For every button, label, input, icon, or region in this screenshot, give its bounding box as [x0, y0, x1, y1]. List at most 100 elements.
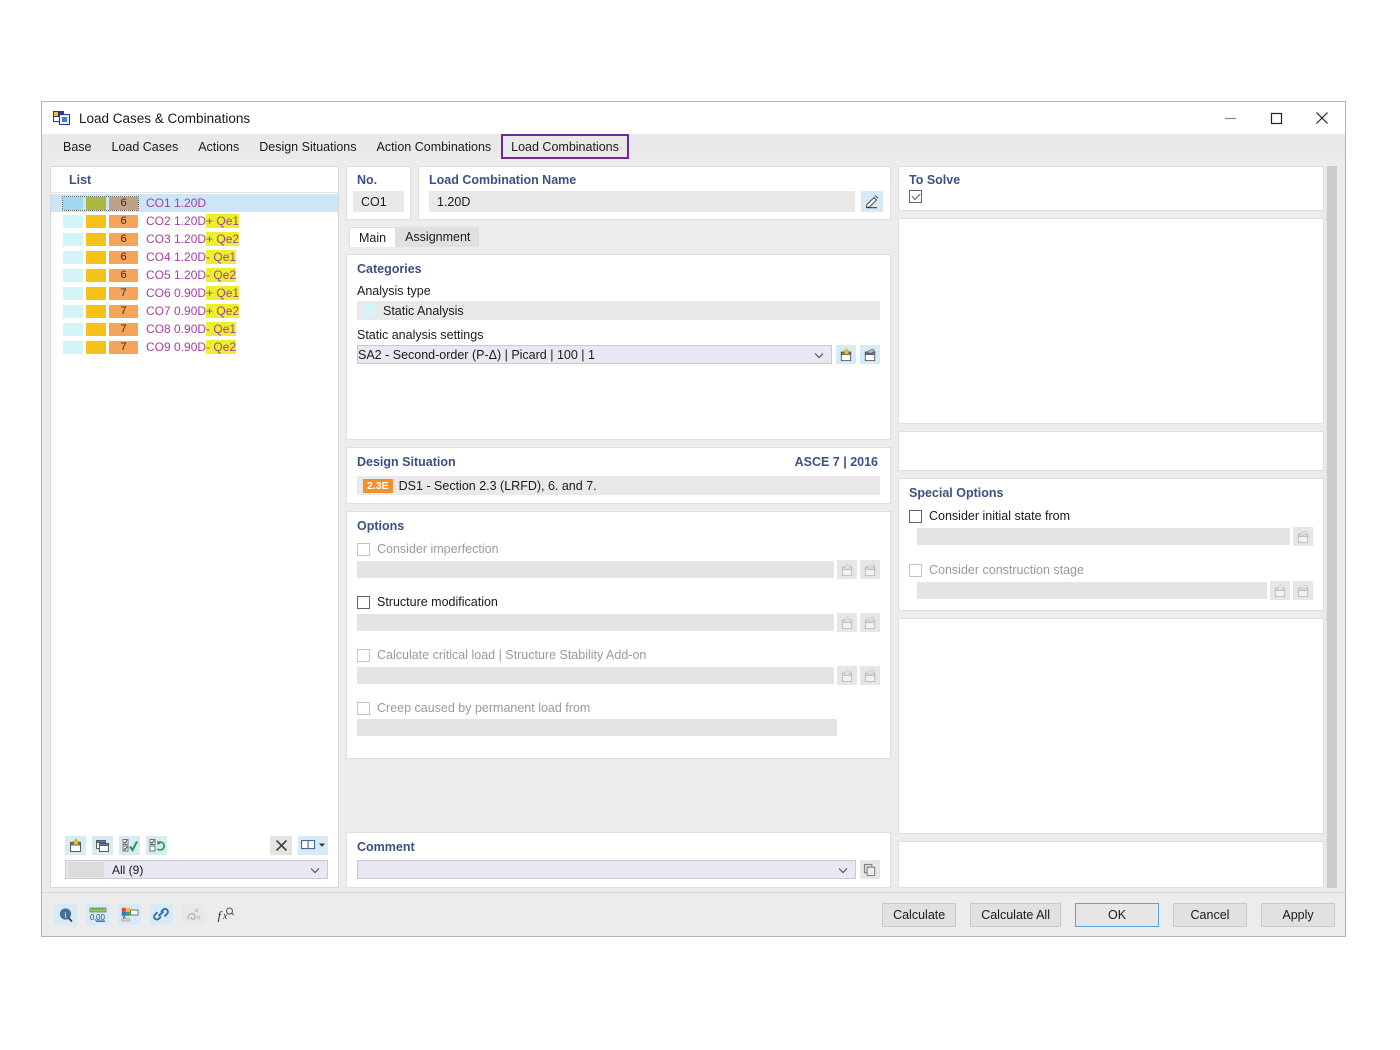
delete-icon[interactable] — [270, 835, 292, 855]
consider-imperfection-row[interactable]: Consider imperfection — [347, 533, 890, 556]
to-solve-label: To Solve — [909, 173, 961, 187]
list-item[interactable]: 6 CO4 1.20D - Qe1 — [51, 248, 338, 266]
color-swatch-1 — [63, 214, 83, 228]
dialog-body: List 6 CO1 1.20D 6 CO2 1.20D + Qe1 6 CO3… — [42, 159, 1345, 892]
color-swatch-2 — [86, 268, 106, 282]
color-swatch-1 — [63, 250, 83, 264]
header-row: No. CO1 Load Combination Name 1.20D — [346, 166, 891, 220]
list-item[interactable]: 7 CO8 0.90D - Qe1 — [51, 320, 338, 338]
static-analysis-settings-dropdown[interactable]: SA2 - Second-order (P-Δ) | Picard | 100 … — [357, 345, 832, 364]
vertical-scrollbar[interactable] — [1326, 166, 1337, 888]
maximize-icon[interactable] — [1253, 102, 1299, 134]
apply-button[interactable]: Apply — [1261, 902, 1335, 927]
name-input[interactable]: 1.20D — [429, 191, 855, 212]
consider-imperfection-field — [357, 561, 834, 578]
structure-modification-label: Structure modification — [377, 595, 498, 609]
list-item[interactable]: 6 CO5 1.20D - Qe2 — [51, 266, 338, 284]
design-situation-value[interactable]: 2.3E DS1 - Section 2.3 (LRFD), 6. and 7. — [357, 476, 880, 495]
info-icon[interactable]: i — [54, 904, 77, 925]
new-icon — [1270, 581, 1290, 600]
snap-icon — [182, 904, 205, 925]
edit-icon — [1293, 527, 1313, 546]
static-analysis-settings-label: Static analysis settings — [357, 328, 484, 342]
cancel-button[interactable]: Cancel — [1173, 902, 1247, 927]
formula-icon[interactable]: f x — [214, 904, 237, 925]
consider-imperfection-checkbox[interactable] — [357, 542, 370, 556]
tab-base[interactable]: Base — [53, 134, 102, 159]
edit-icon[interactable] — [861, 191, 883, 212]
comment-title: Comment — [357, 840, 415, 854]
tab-load-combinations[interactable]: Load Combinations — [501, 134, 629, 159]
consider-initial-state-row[interactable]: Consider initial state from — [899, 500, 1323, 523]
no-card: No. CO1 — [346, 166, 411, 220]
units-icon[interactable]: 0, 00 — [86, 904, 109, 925]
creep-row[interactable]: Creep caused by permanent load from — [347, 685, 890, 715]
tab-actions[interactable]: Actions — [188, 134, 249, 159]
calculate-critical-load-checkbox[interactable] — [357, 648, 370, 662]
tab-load-cases[interactable]: Load Cases — [102, 134, 189, 159]
calculate-critical-load-row[interactable]: Calculate critical load | Structure Stab… — [347, 632, 890, 662]
consider-construction-stage-row[interactable]: Consider construction stage — [899, 546, 1323, 577]
consider-initial-state-checkbox[interactable] — [909, 509, 922, 523]
structure-modification-checkbox[interactable] — [357, 595, 370, 609]
new-load-combination-icon[interactable] — [65, 835, 86, 855]
list-item[interactable]: 7 CO7 0.90D + Qe2 — [51, 302, 338, 320]
to-solve-card: To Solve — [898, 166, 1324, 211]
structure-modification-field — [357, 614, 834, 631]
design-situation-section: Design Situation ASCE 7 | 2016 2.3E DS1 … — [346, 447, 891, 504]
comment-input[interactable] — [357, 860, 856, 879]
options-section: Options Consider imperfection Structure … — [346, 511, 891, 759]
columns-icon[interactable] — [298, 835, 328, 855]
list-item[interactable]: 6 CO1 1.20D — [51, 194, 338, 212]
list-item-highlight: - Qe2 — [206, 268, 237, 282]
to-solve-checkbox[interactable] — [909, 190, 922, 203]
name-label: Load Combination Name — [429, 173, 577, 187]
calculate-button[interactable]: Calculate — [882, 902, 957, 927]
list-item[interactable]: 6 CO2 1.20D + Qe1 — [51, 212, 338, 230]
minimize-icon[interactable] — [1207, 102, 1253, 134]
ok-button[interactable]: OK — [1075, 902, 1159, 927]
invert-selection-icon[interactable] — [146, 835, 167, 855]
combination-list[interactable]: 6 CO1 1.20D 6 CO2 1.20D + Qe1 6 CO3 1.20… — [51, 192, 338, 830]
link-icon[interactable] — [150, 904, 173, 925]
creep-checkbox[interactable] — [357, 701, 370, 715]
edit-icon — [860, 560, 880, 579]
no-value[interactable]: CO1 — [353, 191, 404, 212]
list-item[interactable]: 7 CO6 0.90D + Qe1 — [51, 284, 338, 302]
list-item[interactable]: 7 CO9 0.90D - Qe2 — [51, 338, 338, 356]
calculate-all-button[interactable]: Calculate All — [970, 902, 1061, 927]
edit-settings-icon[interactable] — [860, 345, 880, 364]
scrollbar-thumb[interactable] — [1327, 166, 1337, 888]
action-number: 6 — [109, 268, 138, 282]
color-swatch-2 — [86, 340, 106, 354]
consider-imperfection-label: Consider imperfection — [377, 542, 499, 556]
list-toolbar — [51, 830, 338, 860]
copy-icon[interactable] — [860, 860, 880, 879]
color-swatch-2 — [86, 304, 106, 318]
list-filter-dropdown[interactable]: All (9) — [65, 860, 328, 879]
list-item[interactable]: 6 CO3 1.20D + Qe2 — [51, 230, 338, 248]
list-item-highlight: + Qe2 — [206, 232, 240, 246]
chevron-down-icon — [838, 863, 848, 877]
main-tabs: Base Load Cases Actions Design Situation… — [42, 134, 1345, 159]
analysis-type-value[interactable]: Static Analysis — [357, 301, 880, 320]
copy-load-combination-icon[interactable] — [92, 835, 113, 855]
new-settings-icon[interactable] — [836, 345, 856, 364]
tab-action-combinations[interactable]: Action Combinations — [367, 134, 502, 159]
tab-design-situations[interactable]: Design Situations — [249, 134, 366, 159]
color-swatch-1 — [63, 232, 83, 246]
tab-main[interactable]: Main — [349, 227, 397, 247]
select-all-icon[interactable] — [119, 835, 140, 855]
load-cases-combinations-window: Load Cases & Combinations Base Load Case… — [41, 101, 1346, 937]
action-number: 6 — [109, 196, 138, 210]
action-number: 7 — [109, 322, 138, 336]
color-swatch-2 — [86, 232, 106, 246]
tab-assignment[interactable]: Assignment — [396, 227, 480, 247]
structure-modification-row[interactable]: Structure modification — [347, 579, 890, 609]
colors-icon[interactable]: A — [118, 904, 141, 925]
side-panel-options — [898, 618, 1324, 834]
calculate-critical-load-label: Calculate critical load | Structure Stab… — [377, 648, 647, 662]
consider-construction-stage-checkbox[interactable] — [909, 563, 922, 577]
list-item-label: CO7 0.90D — [146, 304, 207, 318]
close-icon[interactable] — [1299, 102, 1345, 134]
